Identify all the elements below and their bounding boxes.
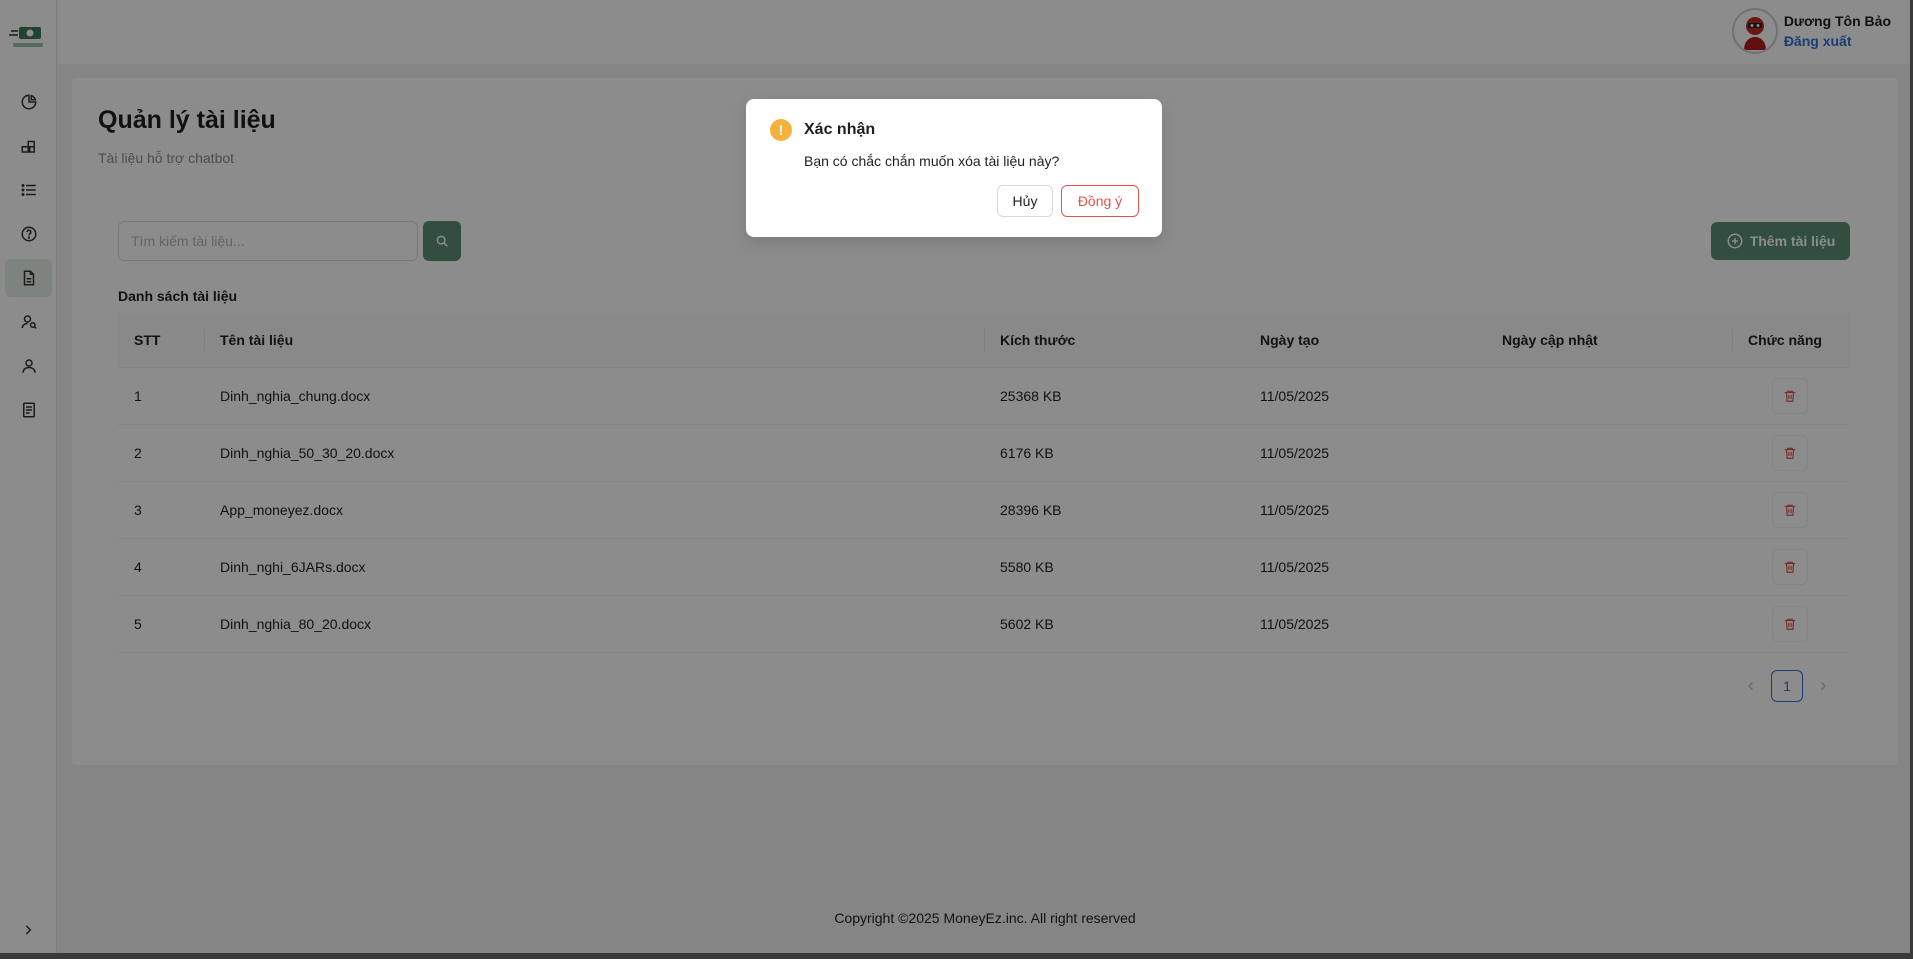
confirm-dialog: ! Xác nhận Bạn có chắc chắn muốn xóa tài… [746, 99, 1162, 237]
cancel-button[interactable]: Hủy [997, 185, 1053, 217]
warning-icon: ! [770, 119, 792, 141]
dialog-message: Bạn có chắc chắn muốn xóa tài liệu này? [804, 153, 1060, 169]
window-bottom-edge [0, 953, 1913, 959]
dialog-title: Xác nhận [804, 121, 876, 138]
confirm-button[interactable]: Đồng ý [1061, 185, 1139, 217]
